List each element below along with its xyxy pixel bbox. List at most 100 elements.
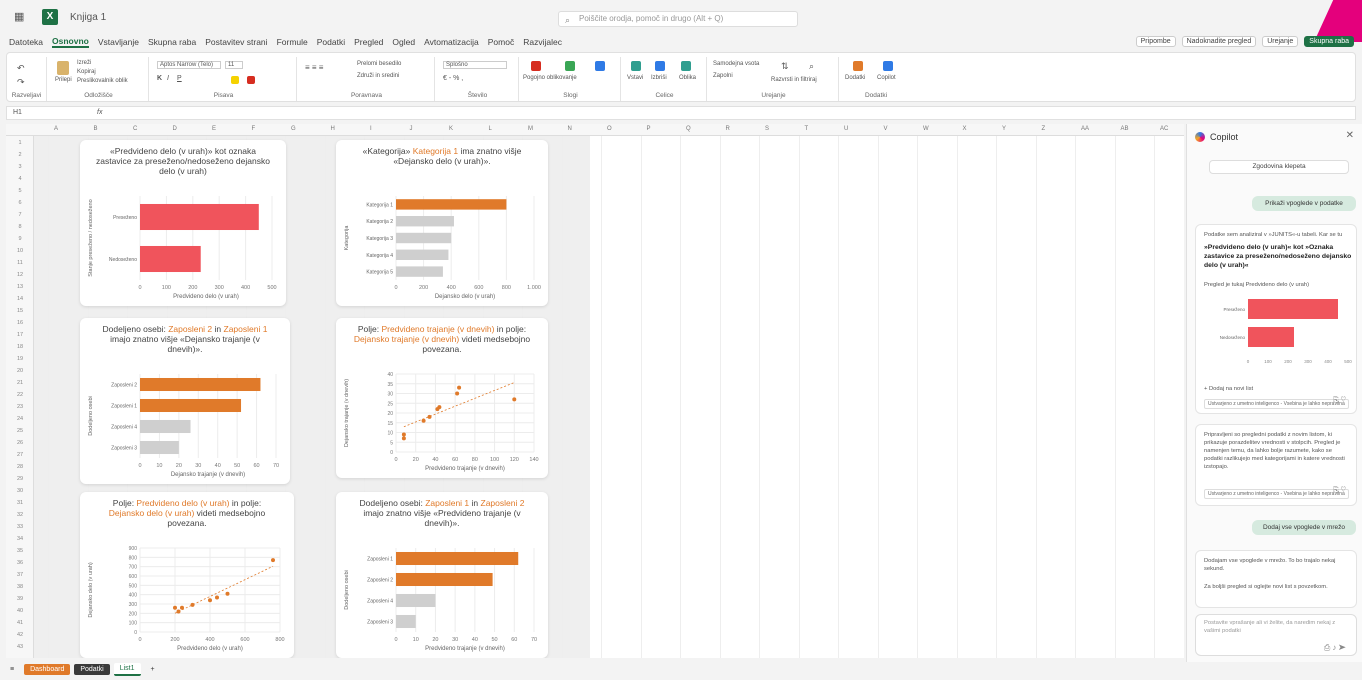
font-size-select[interactable]: 11 (225, 61, 243, 69)
row-header[interactable]: 42 (6, 632, 34, 638)
column-header[interactable]: Z (1042, 126, 1046, 132)
column-header[interactable]: S (765, 126, 769, 132)
document-title[interactable]: Knjiga 1 (70, 12, 106, 23)
fill-button[interactable]: Zapolni (713, 73, 733, 79)
row-header[interactable]: 20 (6, 368, 34, 374)
row-header[interactable]: 1 (6, 140, 34, 146)
row-header[interactable]: 9 (6, 236, 34, 242)
insight-chart-card[interactable]: Polje: Predvideno delo (v urah) in polje… (80, 492, 294, 658)
fill-color-icon[interactable] (231, 76, 239, 84)
number-format-select[interactable]: Splošno (443, 61, 507, 69)
row-header[interactable]: 15 (6, 308, 34, 314)
row-header[interactable]: 3 (6, 164, 34, 170)
add-to-sheet-link[interactable]: + Dodaj na novi list (1204, 385, 1352, 393)
column-header[interactable]: U (844, 126, 848, 132)
find-select-icon[interactable]: ⌕ (809, 61, 814, 72)
row-header[interactable]: 16 (6, 320, 34, 326)
row-header[interactable]: 12 (6, 272, 34, 278)
sheet-grid[interactable]: «Predvideno delo (v urah)» kot oznaka za… (34, 136, 1195, 658)
row-header[interactable]: 40 (6, 608, 34, 614)
menu-tab-2[interactable]: Vstavljanje (98, 37, 139, 47)
row-header[interactable]: 28 (6, 464, 34, 470)
row-header[interactable]: 18 (6, 344, 34, 350)
column-header[interactable]: X (963, 126, 967, 132)
row-header[interactable]: 11 (6, 260, 34, 266)
row-header[interactable]: 24 (6, 416, 34, 422)
row-header[interactable]: 39 (6, 596, 34, 602)
menu-tab-11[interactable]: Razvijalec (523, 37, 562, 47)
sheet-tab-dashboard[interactable]: Dashboard (24, 663, 71, 675)
wrap-text-button[interactable]: Prelomi besedilo (357, 61, 401, 67)
font-name-select[interactable]: Aptos Narrow (Telo) (157, 61, 221, 69)
row-header[interactable]: 4 (6, 176, 34, 182)
attach-mic-send-icons[interactable]: ⎙ ♪ ➤ (1324, 643, 1346, 653)
menu-tab-10[interactable]: Pomoč (488, 37, 514, 47)
chat-history-button[interactable]: Zgodovina klepeta (1209, 160, 1349, 174)
row-header[interactable]: 43 (6, 644, 34, 650)
app-launcher-icon[interactable]: ▦ (14, 10, 28, 24)
row-header[interactable]: 25 (6, 428, 34, 434)
menu-tab-8[interactable]: Ogled (392, 37, 415, 47)
row-header[interactable]: 30 (6, 488, 34, 494)
row-header[interactable]: 33 (6, 524, 34, 530)
align-icons[interactable]: ≡ ≡ ≡ (305, 63, 323, 72)
cell-styles-icon[interactable] (595, 61, 605, 71)
column-header[interactable]: C (133, 126, 137, 132)
row-header[interactable]: 38 (6, 584, 34, 590)
row-header[interactable]: 17 (6, 332, 34, 338)
merge-center-button[interactable]: Združi in sredini (357, 73, 399, 79)
menu-tab-1[interactable]: Osnovno (52, 36, 89, 48)
insight-chart-card[interactable]: «Predvideno delo (v urah)» kot oznaka za… (80, 140, 286, 306)
column-header[interactable]: T (805, 126, 809, 132)
row-header[interactable]: 26 (6, 440, 34, 446)
column-header[interactable]: AC (1160, 126, 1168, 132)
row-header[interactable]: 36 (6, 560, 34, 566)
menu-tab-7[interactable]: Pregled (354, 37, 383, 47)
row-header[interactable]: 32 (6, 512, 34, 518)
row-header[interactable]: 8 (6, 224, 34, 230)
format-cells-icon[interactable] (681, 61, 691, 71)
paste-icon[interactable] (57, 61, 69, 75)
insight-chart-card[interactable]: Polje: Predvideno trajanje (v dnevih) in… (336, 318, 548, 478)
row-header[interactable]: 23 (6, 404, 34, 410)
italic-button[interactable]: I (167, 75, 169, 82)
name-box[interactable]: H1 (13, 109, 22, 116)
insight-chart-card[interactable]: Dodeljeno osebi: Zaposleni 1 in Zaposlen… (336, 492, 548, 658)
copy-button[interactable]: Kopiraj (77, 69, 96, 75)
column-header[interactable]: L (489, 126, 492, 132)
row-header[interactable]: 2 (6, 152, 34, 158)
column-header[interactable]: F (252, 126, 256, 132)
column-header[interactable]: P (647, 126, 651, 132)
row-header[interactable]: 21 (6, 380, 34, 386)
row-header[interactable]: 14 (6, 296, 34, 302)
copilot-prompt-input[interactable]: Postavite vprašanje ali vi želite, da na… (1195, 614, 1357, 656)
underline-button[interactable]: P (177, 75, 182, 82)
row-header[interactable]: 5 (6, 188, 34, 194)
row-header[interactable]: 6 (6, 200, 34, 206)
column-header[interactable]: G (291, 126, 296, 132)
format-table-icon[interactable] (565, 61, 575, 71)
row-header[interactable]: 34 (6, 536, 34, 542)
catchup-button[interactable]: Nadoknadite pregled (1181, 36, 1257, 47)
formula-bar[interactable]: H1 fx (6, 106, 1356, 120)
column-header[interactable]: Q (686, 126, 691, 132)
row-header[interactable]: 10 (6, 248, 34, 254)
feedback-icons[interactable]: ⎘ ♡ (1333, 397, 1346, 405)
insert-cells-icon[interactable] (631, 61, 641, 71)
menu-tab-4[interactable]: Postavitev strani (205, 37, 267, 47)
row-header[interactable]: 22 (6, 392, 34, 398)
row-header[interactable]: 27 (6, 452, 34, 458)
sheet-tab-list1[interactable]: List1 (113, 662, 141, 676)
column-header[interactable]: V (884, 126, 888, 132)
row-header[interactable]: 35 (6, 548, 34, 554)
menu-tab-0[interactable]: Datoteka (9, 37, 43, 47)
row-header[interactable]: 13 (6, 284, 34, 290)
delete-cells-icon[interactable] (655, 61, 665, 71)
conditional-format-icon[interactable] (531, 61, 541, 71)
currency-icon[interactable]: € - % , (443, 75, 463, 82)
column-header[interactable]: I (370, 126, 372, 132)
insight-chart-card[interactable]: «Kategorija» Kategorija 1 ima znatno viš… (336, 140, 548, 306)
column-header[interactable]: H (331, 126, 335, 132)
bold-button[interactable]: K (157, 75, 162, 82)
sheet-nav-icon[interactable]: ≡ (4, 664, 20, 675)
